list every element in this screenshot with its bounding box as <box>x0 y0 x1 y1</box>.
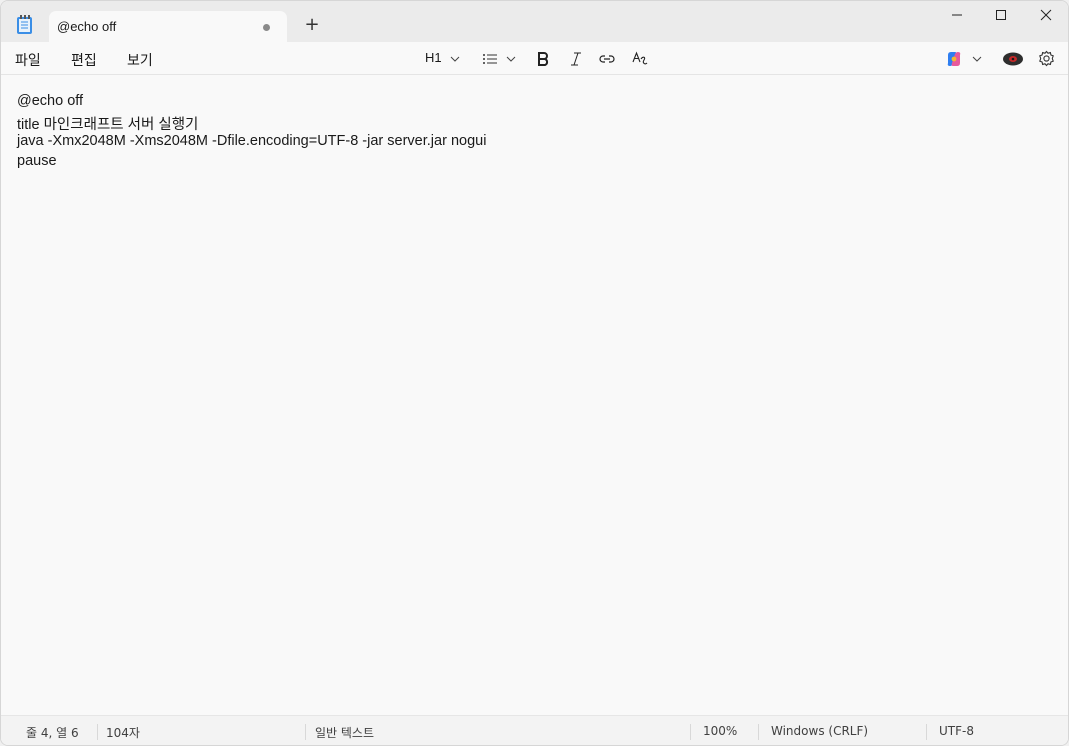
maximize-button[interactable] <box>978 1 1024 31</box>
list-dropdown[interactable] <box>482 47 518 71</box>
file-encoding[interactable]: UTF-8 <box>939 724 974 738</box>
menu-view[interactable]: 보기 <box>127 50 153 70</box>
notepad-window: @echo off + 파일 편집 보기 H1 @echo off title … <box>0 0 1069 746</box>
menu-file[interactable]: 파일 <box>15 50 41 70</box>
minimize-icon <box>952 14 962 16</box>
chevron-down-icon <box>450 56 460 62</box>
notepad-app-icon <box>16 15 34 35</box>
character-count: 104자 <box>106 726 140 740</box>
document-format[interactable]: 일반 텍스트 <box>315 724 374 741</box>
minimize-button[interactable] <box>934 1 980 31</box>
bold-icon <box>538 52 549 66</box>
spellcheck-icon <box>632 51 648 65</box>
chevron-down-icon <box>972 56 982 62</box>
zoom-level[interactable]: 100% <box>703 724 737 738</box>
copilot-dropdown[interactable] <box>945 47 982 71</box>
menu-toolbar: 파일 편집 보기 H1 <box>1 42 1068 75</box>
status-divider <box>758 724 759 740</box>
unsaved-dot-icon[interactable] <box>263 24 270 31</box>
editor-line-1: @echo off <box>17 93 84 109</box>
new-tab-button[interactable]: + <box>301 14 323 36</box>
chevron-down-icon <box>506 56 516 62</box>
editor-line-2: title 마인크래프트 서버 실행기 <box>17 117 199 133</box>
status-divider <box>926 724 927 740</box>
editor-line-4: pause <box>17 153 57 169</box>
maximize-icon <box>996 10 1006 20</box>
link-button[interactable] <box>599 47 617 71</box>
settings-button[interactable] <box>1038 47 1056 71</box>
heading-dropdown[interactable]: H1 <box>425 47 461 71</box>
title-bar: @echo off + <box>1 1 1068 43</box>
copilot-icon <box>947 52 961 66</box>
status-bar: 줄 4, 열 6 104자 일반 텍스트 100% Windows (CRLF)… <box>1 715 1068 745</box>
list-icon <box>483 54 497 64</box>
close-icon <box>1040 9 1052 21</box>
menu-edit[interactable]: 편집 <box>71 50 97 70</box>
editor-line-3: java -Xmx2048M -Xms2048M -Dfile.encoding… <box>17 133 487 149</box>
tab-title: @echo off <box>57 19 117 34</box>
italic-icon <box>571 52 581 66</box>
spellcheck-button[interactable] <box>632 47 650 71</box>
gear-icon <box>1039 50 1054 67</box>
status-divider <box>305 724 306 740</box>
line-ending[interactable]: Windows (CRLF) <box>771 724 868 738</box>
text-editor[interactable]: @echo off title 마인크래프트 서버 실행기 java -Xmx2… <box>1 76 1068 714</box>
italic-button[interactable] <box>569 47 585 71</box>
account-button[interactable] <box>1002 47 1024 71</box>
status-divider <box>97 724 98 740</box>
heading-label: H1 <box>425 50 442 65</box>
avatar-icon <box>1003 52 1023 66</box>
bold-button[interactable] <box>536 47 552 71</box>
link-icon <box>599 55 615 63</box>
status-divider <box>690 724 691 740</box>
document-tab[interactable]: @echo off <box>49 11 287 43</box>
close-button[interactable] <box>1023 1 1068 31</box>
cursor-position[interactable]: 줄 4, 열 6 <box>26 724 79 741</box>
